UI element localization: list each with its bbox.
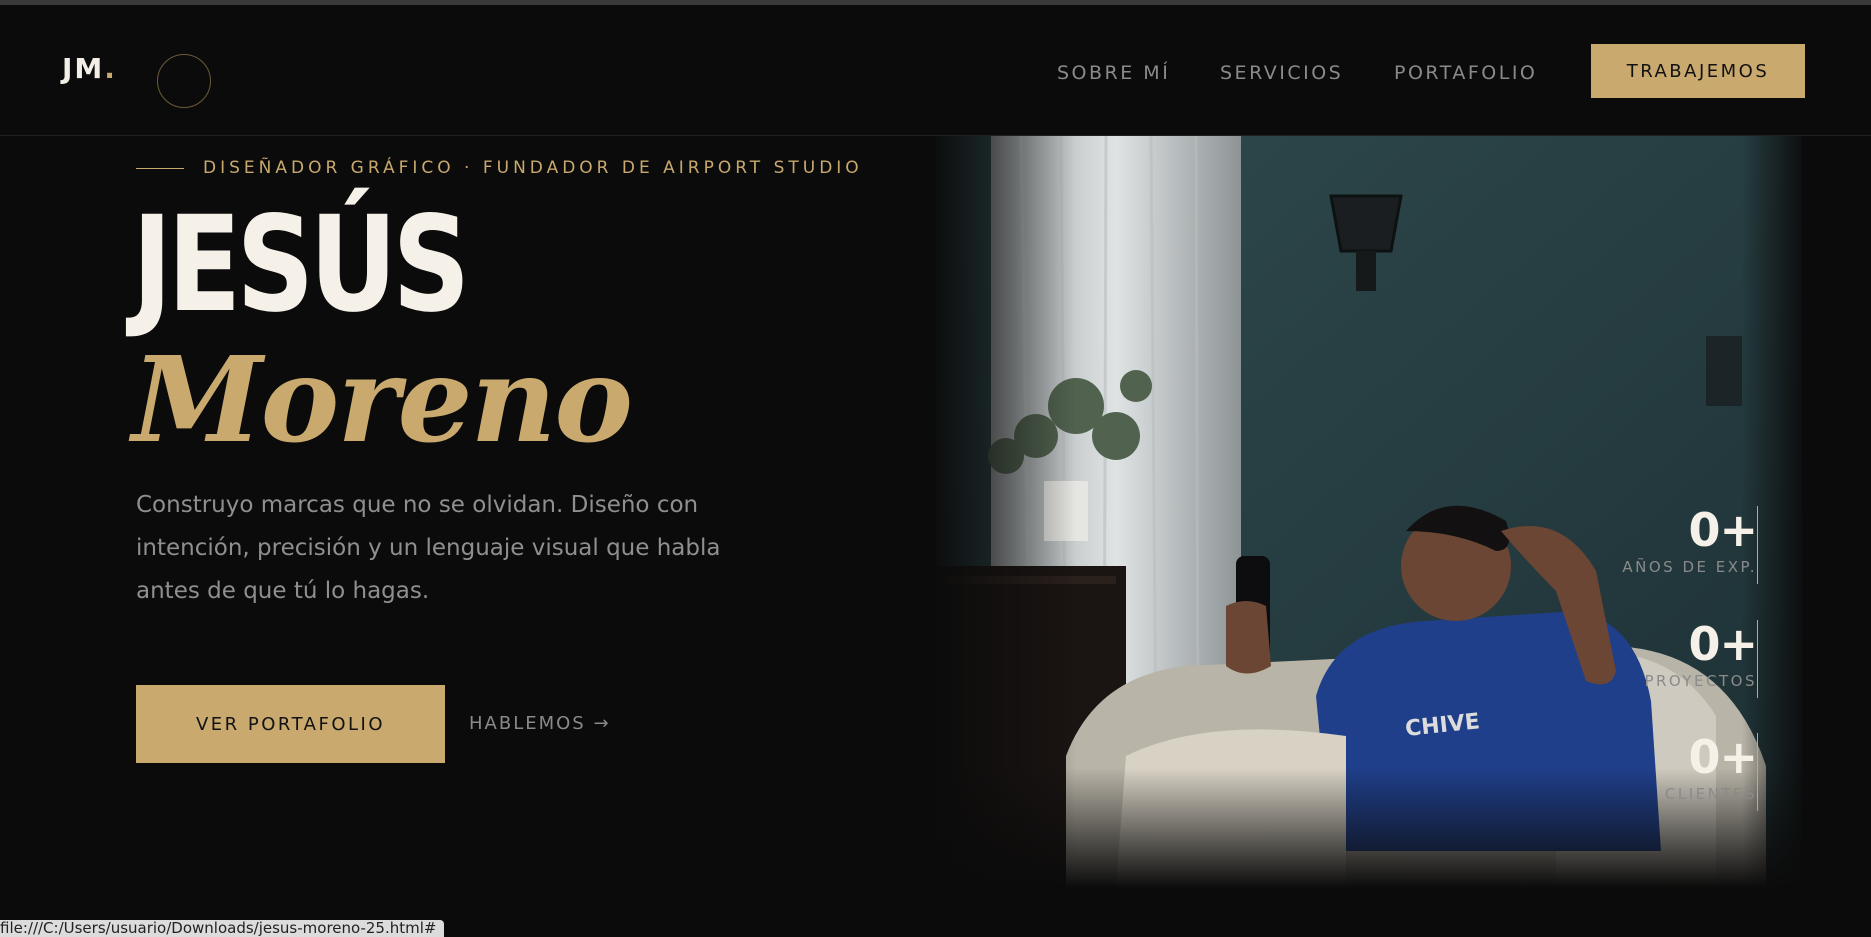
site-header: JM. SOBRE MÍ SERVICIOS PORTAFOLIO TRABAJ… [0,5,1871,136]
nav-link-servicios[interactable]: SERVICIOS [1220,62,1343,84]
eyebrow-divider [136,168,184,169]
stat-projects: 0+ PROYECTOS [1557,617,1758,690]
stat-label: PROYECTOS [1644,672,1757,690]
nav-link-portafolio[interactable]: PORTAFOLIO [1394,62,1537,84]
circle-outline-icon[interactable] [157,54,211,108]
stat-divider [1757,620,1758,698]
hero-description: Construyo marcas que no se olvidan. Dise… [136,492,721,604]
nav-link-sobre-mi[interactable]: SOBRE MÍ [1057,62,1170,84]
site-logo[interactable]: JM. [62,52,117,85]
stat-value: 0+ [1688,503,1758,557]
stat-clients: 0+ CLIENTES [1557,730,1758,803]
browser-status-url: file:///C:/Users/usuario/Downloads/jesus… [0,920,445,937]
stat-value: 0+ [1688,617,1758,671]
hablemos-link[interactable]: HABLEMOS → [469,713,611,734]
hero-last-name: Moreno [132,330,633,469]
stat-years: 0+ AÑOS DE EXP. [1557,503,1758,576]
stat-label: CLIENTES [1664,785,1757,803]
logo-text: JM [62,52,105,85]
ver-portafolio-button[interactable]: VER PORTAFOLIO [136,685,445,763]
trabajemos-button[interactable]: TRABAJEMOS [1591,44,1805,98]
hero-first-name: JESÚS [132,188,470,342]
stat-divider [1757,506,1758,584]
stat-label: AÑOS DE EXP. [1622,558,1757,576]
logo-dot: . [104,52,117,85]
hero-eyebrow: DISEÑADOR GRÁFICO · FUNDADOR DE AIRPORT … [203,158,863,178]
stat-divider [1757,733,1758,811]
stat-value: 0+ [1688,730,1758,784]
